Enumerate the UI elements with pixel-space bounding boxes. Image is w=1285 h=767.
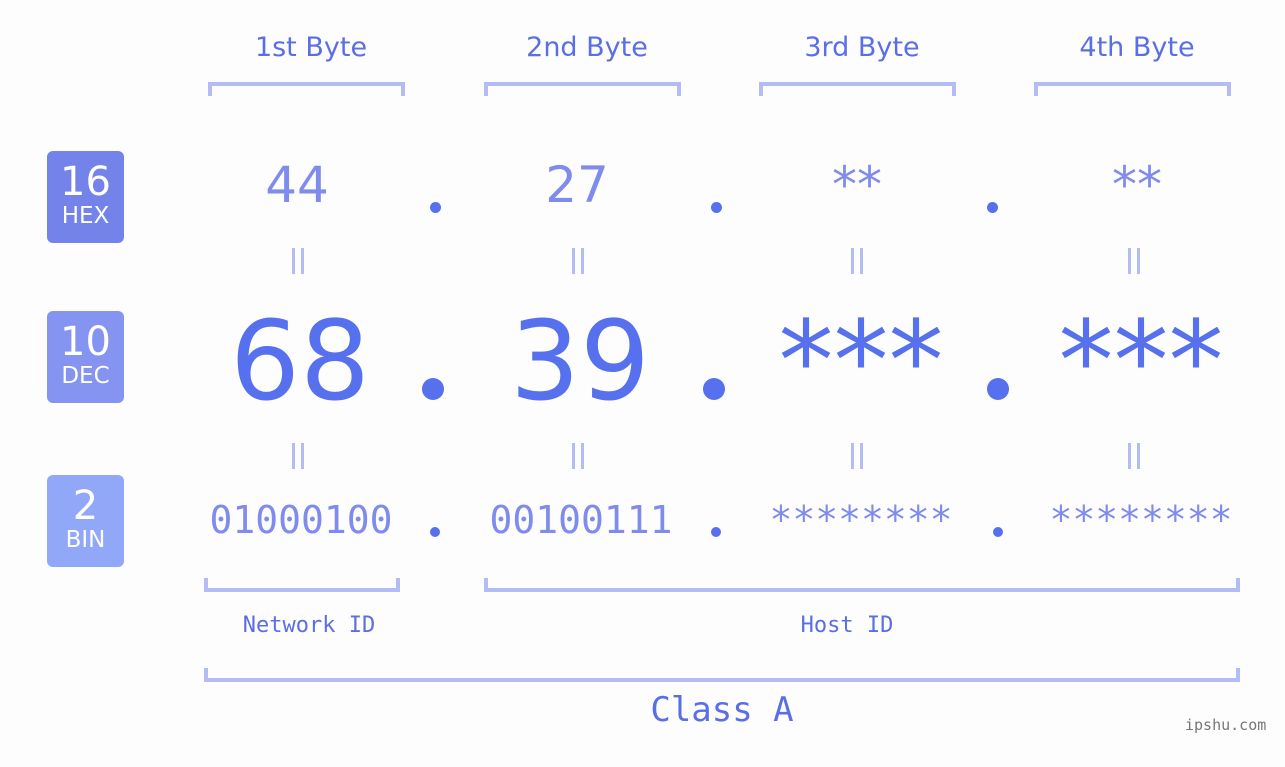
hex-separator-3 <box>987 202 998 213</box>
bin-label: BIN <box>65 527 106 553</box>
network-id-label: Network ID <box>242 613 376 638</box>
byte-bracket-4 <box>1034 82 1231 96</box>
bin-base: 2 <box>72 483 99 529</box>
equals-icon <box>292 443 304 469</box>
bin-byte-2: 00100111 <box>489 498 673 542</box>
dec-byte-3: *** <box>778 297 944 425</box>
watermark: ipshu.com <box>1185 716 1267 734</box>
hex-byte-3: ** <box>832 156 882 214</box>
dec-base: 10 <box>60 319 111 365</box>
dec-byte-1: 68 <box>230 297 370 425</box>
dec-label: DEC <box>61 363 110 389</box>
bin-byte-1: 01000100 <box>209 498 393 542</box>
bin-badge: 2 BIN <box>47 475 124 567</box>
byte-header-1: 1st Byte <box>254 32 368 63</box>
dec-separator-1 <box>422 378 444 400</box>
hex-base: 16 <box>60 159 111 205</box>
hex-badge: 16 HEX <box>47 151 124 243</box>
bin-separator-2 <box>711 527 721 537</box>
byte-bracket-3 <box>759 82 956 96</box>
equals-icon <box>292 248 304 274</box>
dec-separator-3 <box>987 378 1009 400</box>
bin-byte-4: ******** <box>1049 498 1233 542</box>
host-id-bracket <box>484 578 1240 592</box>
dec-badge: 10 DEC <box>47 311 124 403</box>
equals-icon <box>572 443 584 469</box>
equals-icon <box>851 248 863 274</box>
dec-byte-2: 39 <box>510 297 650 425</box>
class-bracket <box>204 668 1240 682</box>
equals-icon <box>1128 248 1140 274</box>
dec-byte-4: *** <box>1058 297 1224 425</box>
host-id-label: Host ID <box>800 613 894 638</box>
hex-separator-2 <box>711 202 722 213</box>
class-label: Class A <box>650 690 794 730</box>
dec-separator-2 <box>703 378 725 400</box>
bin-byte-3: ******** <box>769 498 953 542</box>
hex-byte-1: 44 <box>265 156 329 214</box>
network-id-bracket <box>204 578 400 592</box>
byte-bracket-2 <box>484 82 681 96</box>
byte-header-2: 2nd Byte <box>526 32 648 63</box>
byte-header-3: 3rd Byte <box>804 32 920 63</box>
equals-icon <box>1128 443 1140 469</box>
hex-byte-2: 27 <box>545 156 609 214</box>
equals-icon <box>572 248 584 274</box>
hex-label: HEX <box>61 203 110 229</box>
hex-byte-4: ** <box>1112 156 1162 214</box>
bin-separator-3 <box>993 527 1003 537</box>
equals-icon <box>851 443 863 469</box>
bin-separator-1 <box>430 527 440 537</box>
hex-separator-1 <box>430 202 441 213</box>
byte-header-4: 4th Byte <box>1079 32 1195 63</box>
byte-bracket-1 <box>208 82 405 96</box>
